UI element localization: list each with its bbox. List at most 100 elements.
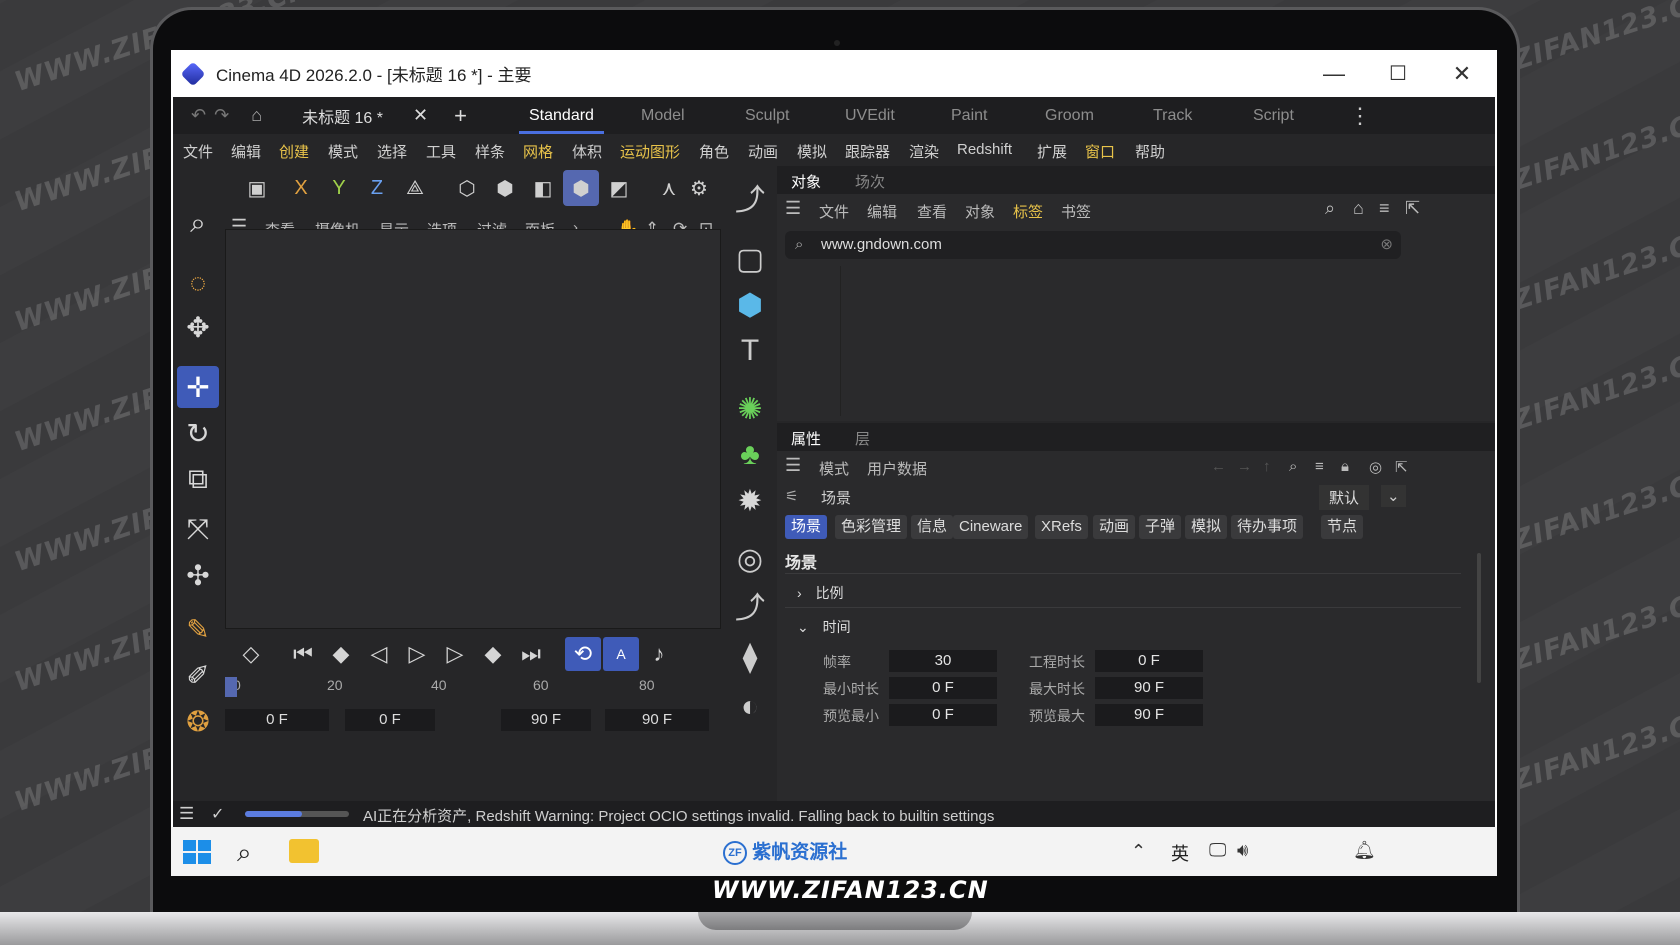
menu-item[interactable]: 模式: [328, 141, 358, 162]
cloner-icon[interactable]: ✺: [729, 388, 771, 430]
document-tab[interactable]: 未标题 16 *: [302, 104, 383, 128]
objects-menu-item[interactable]: 书签: [1061, 201, 1091, 222]
object-list[interactable]: [785, 266, 841, 416]
windows-start-icon[interactable]: [183, 840, 211, 864]
project-time-field[interactable]: 0 F: [1095, 650, 1203, 672]
sound-icon[interactable]: ♪: [641, 637, 677, 671]
menu-item[interactable]: 动画: [748, 141, 778, 162]
chip-scene[interactable]: 场景: [785, 515, 828, 539]
group-time[interactable]: ⌄ 时间: [797, 617, 851, 637]
autokey-icon[interactable]: A: [603, 637, 639, 671]
max-time-field[interactable]: 90 F: [1095, 677, 1203, 699]
objects-menu-item[interactable]: 文件: [819, 201, 849, 222]
chip-simulation[interactable]: 模拟: [1185, 515, 1228, 539]
max-frame-field[interactable]: 90 F: [605, 709, 709, 731]
search-icon[interactable]: ⌕: [1289, 458, 1297, 475]
previous-key-icon[interactable]: ◆: [323, 637, 359, 671]
sky-icon[interactable]: ◐: [729, 686, 771, 728]
snap-settings-icon[interactable]: ⚙: [681, 170, 717, 206]
light-icon[interactable]: ⧫: [729, 636, 771, 678]
previous-frame-icon[interactable]: ◁: [361, 637, 397, 671]
timeline-ruler[interactable]: 0 20 40 60 80: [225, 677, 705, 703]
menu-item[interactable]: 窗口: [1085, 141, 1115, 162]
axis-x-toggle[interactable]: X: [283, 170, 319, 206]
undo-icon[interactable]: ↶: [191, 105, 206, 126]
attributes-menu-item[interactable]: 模式: [819, 458, 849, 479]
spline-pen-icon[interactable]: ✐: [177, 654, 219, 696]
tweak-icon[interactable]: ✥: [177, 306, 219, 348]
objects-menu-item[interactable]: 标签: [1013, 201, 1043, 222]
points-mode-icon[interactable]: ⬡: [449, 170, 485, 206]
keyframe-icon[interactable]: ◇: [233, 637, 269, 671]
menu-item[interactable]: 渲染: [909, 141, 939, 162]
status-menu-icon[interactable]: ☰: [179, 804, 194, 824]
tab-layout-script[interactable]: Script: [1253, 97, 1294, 134]
chip-animation[interactable]: 动画: [1093, 515, 1136, 539]
tab-attributes[interactable]: 属性: [791, 428, 821, 449]
menu-item[interactable]: 扩展: [1037, 141, 1067, 162]
up-icon[interactable]: ↑: [1263, 458, 1271, 475]
objects-search-field[interactable]: ⌕ www.gndown.com ⊗: [785, 231, 1401, 259]
tab-objects[interactable]: 对象: [791, 171, 821, 192]
tab-layout-paint[interactable]: Paint: [951, 97, 987, 134]
sculpt-brush-icon[interactable]: ❂: [177, 700, 219, 742]
current-frame-field[interactable]: 0 F: [225, 709, 329, 731]
transform-tool-icon[interactable]: ⤧: [177, 508, 219, 550]
new-window-icon[interactable]: ⇱: [1395, 458, 1408, 476]
axis-tool-icon[interactable]: ✣: [177, 554, 219, 596]
menu-item[interactable]: 创建: [279, 141, 309, 162]
cube-icon[interactable]: ⬢: [729, 284, 771, 326]
polygons-mode-icon[interactable]: ◧: [525, 170, 561, 206]
network-icon[interactable]: 🖵︎: [1209, 840, 1226, 861]
menu-item[interactable]: 角色: [699, 141, 729, 162]
go-to-end-icon[interactable]: ⏭: [513, 637, 549, 671]
3d-viewport[interactable]: [225, 229, 721, 629]
objects-menu-item[interactable]: 查看: [917, 201, 947, 222]
next-key-icon[interactable]: ◆: [475, 637, 511, 671]
render-region-icon[interactable]: ▣: [239, 170, 275, 206]
menu-item[interactable]: 帮助: [1135, 141, 1165, 162]
end-frame-field[interactable]: 90 F: [501, 709, 591, 731]
back-icon[interactable]: ←: [1211, 458, 1226, 475]
maximize-button[interactable]: ☐: [1365, 50, 1431, 97]
volume-icon[interactable]: 🔊︎: [1237, 840, 1248, 861]
pen-tool-icon[interactable]: ✎: [177, 608, 219, 650]
objects-menu-item[interactable]: 对象: [965, 201, 995, 222]
tab-layers[interactable]: 层: [855, 428, 870, 449]
texture-mode-icon[interactable]: ◩: [601, 170, 637, 206]
filter-icon[interactable]: ≡: [1315, 458, 1324, 475]
next-frame-icon[interactable]: ▷: [437, 637, 473, 671]
menu-item[interactable]: 模拟: [797, 141, 827, 162]
objects-menu-item[interactable]: 编辑: [867, 201, 897, 222]
chip-xrefs[interactable]: XRefs: [1035, 515, 1088, 539]
attributes-menu-icon[interactable]: ☰: [785, 455, 801, 476]
home-icon[interactable]: ⌂: [251, 105, 262, 126]
group-scale[interactable]: › 比例: [797, 583, 844, 603]
notification-icon[interactable]: 🔔︎: [1353, 840, 1376, 861]
live-selection-icon[interactable]: ◌: [177, 262, 219, 304]
menu-item[interactable]: 文件: [183, 141, 213, 162]
attributes-menu-item[interactable]: 用户数据: [867, 458, 927, 479]
redo-icon[interactable]: ↷: [214, 105, 229, 126]
tab-layout-uvedit[interactable]: UVEdit: [845, 97, 895, 134]
menu-item[interactable]: 网格: [523, 141, 553, 162]
chevron-down-icon[interactable]: ⌄: [1381, 485, 1406, 507]
lock-icon[interactable]: 🔒︎: [1341, 458, 1349, 475]
filter-icon[interactable]: ≡: [1379, 198, 1390, 219]
scrollbar[interactable]: [1477, 553, 1481, 683]
chip-nodes[interactable]: 节点: [1321, 515, 1364, 539]
menu-item[interactable]: 工具: [426, 141, 456, 162]
axis-y-toggle[interactable]: Y: [321, 170, 357, 206]
chip-cineware[interactable]: Cineware: [953, 515, 1029, 539]
menu-item[interactable]: 样条: [475, 141, 505, 162]
move-tool-icon[interactable]: ✛: [177, 366, 219, 408]
mograph-icon[interactable]: ♣: [729, 434, 771, 476]
field-icon[interactable]: ◎: [729, 538, 771, 580]
edges-mode-icon[interactable]: ⬢: [487, 170, 523, 206]
rotate-tool-icon[interactable]: ↻: [177, 412, 219, 454]
tab-layout-groom[interactable]: Groom: [1045, 97, 1094, 134]
clear-search-icon[interactable]: ⊗: [1380, 231, 1393, 259]
menu-item[interactable]: 编辑: [231, 141, 261, 162]
new-document-icon[interactable]: +: [454, 103, 467, 129]
menu-item[interactable]: 运动图形: [620, 141, 680, 162]
